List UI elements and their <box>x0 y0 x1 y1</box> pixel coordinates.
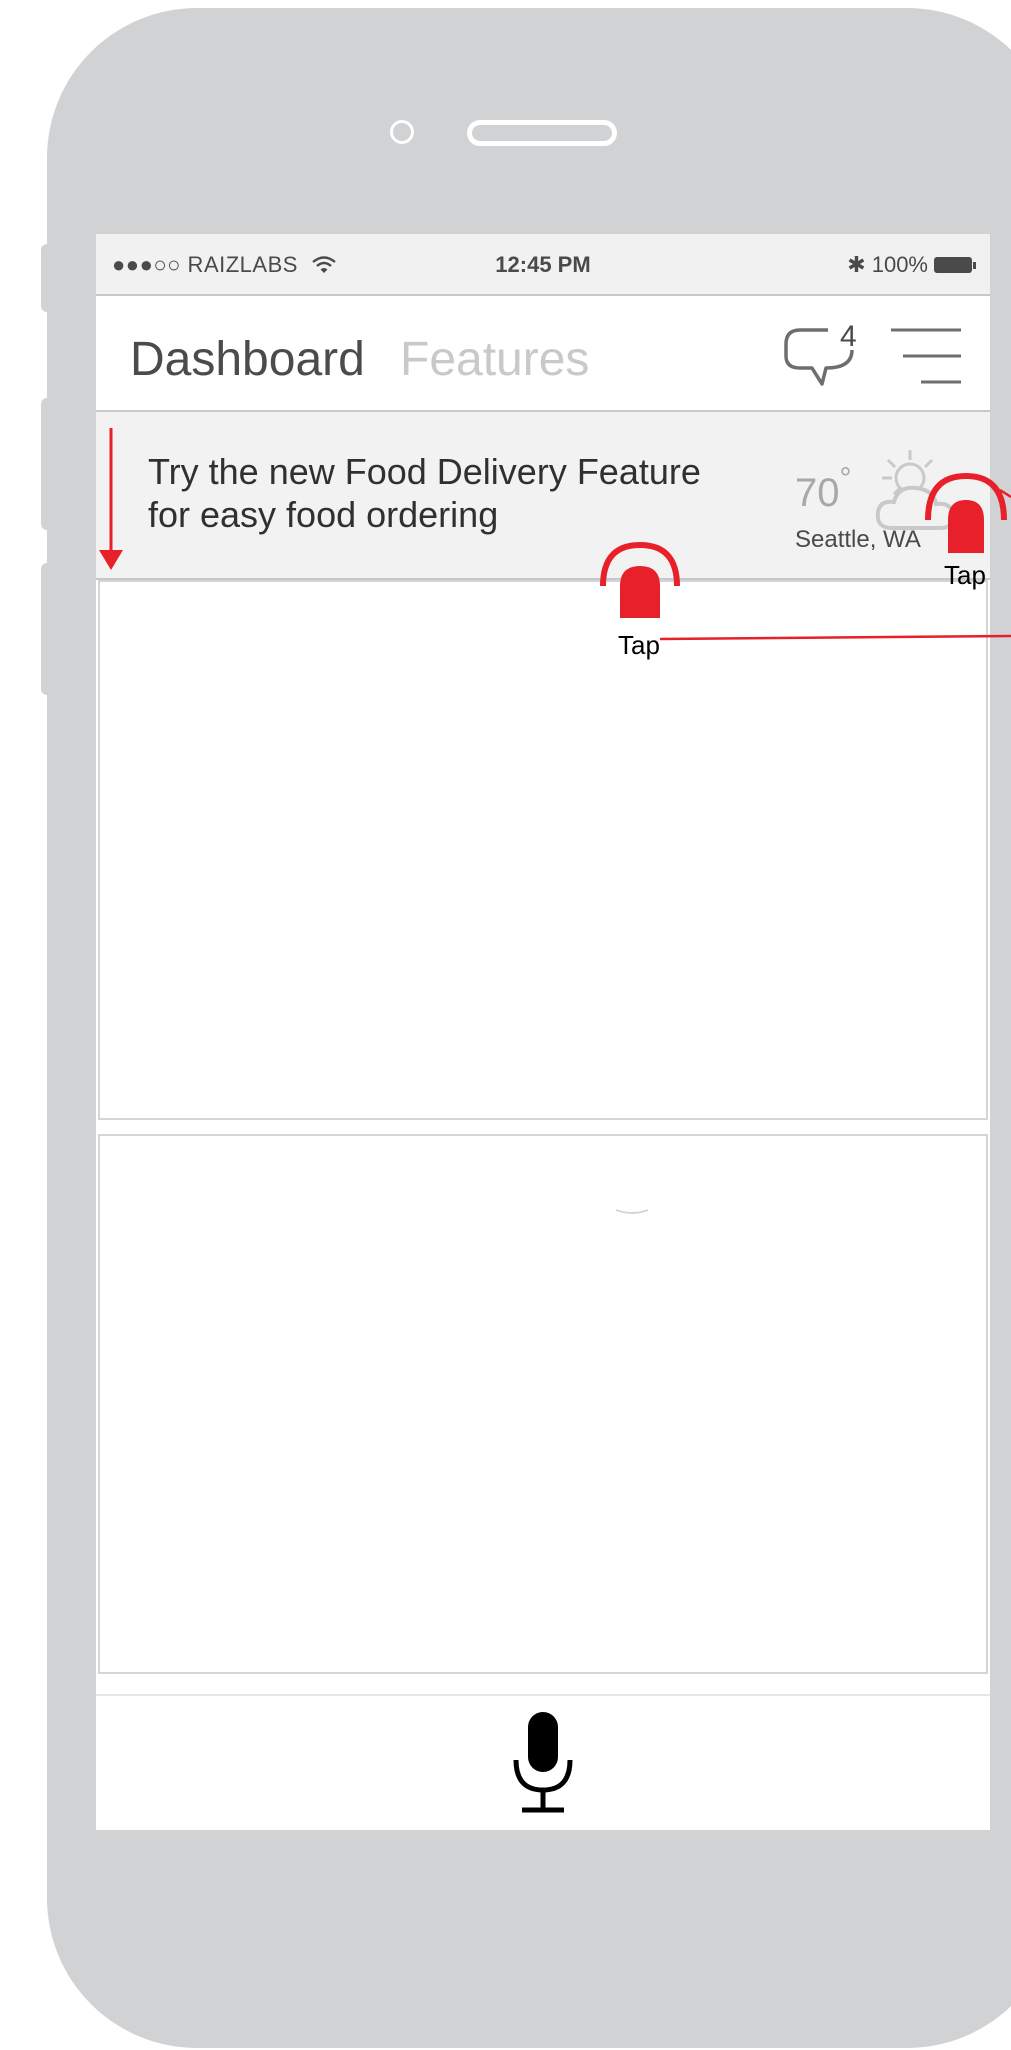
tab-features[interactable]: Features <box>400 332 589 387</box>
message-count-badge: 4 <box>840 320 857 353</box>
tab-dashboard[interactable]: Dashboard <box>130 332 365 387</box>
messages-button[interactable]: 4 <box>782 320 862 390</box>
mute-switch <box>41 244 49 312</box>
volume-up-button <box>41 398 49 530</box>
weather-temperature[interactable]: 70° <box>795 462 852 516</box>
volume-down-button <box>41 563 49 695</box>
voice-input-bar <box>96 1694 990 1830</box>
battery-status: ✱ 100% <box>847 252 976 278</box>
battery-tip <box>973 261 976 269</box>
promo-line-1: Try the new Food Delivery Feature <box>148 451 701 492</box>
speech-bubble-icon: 4 <box>784 320 857 386</box>
degree-symbol: ° <box>839 462 852 495</box>
promo-line-2: for easy food ordering <box>148 494 499 535</box>
content-panel-2[interactable] <box>98 1134 988 1674</box>
nav-bar: Dashboard Features 4 <box>96 296 990 412</box>
menu-button[interactable] <box>891 326 961 386</box>
bluetooth-icon: ✱ <box>847 252 866 277</box>
weather-city: Seattle, WA <box>795 526 921 553</box>
battery-icon <box>934 257 972 273</box>
temperature-value: 70 <box>795 471 840 515</box>
front-camera <box>390 120 414 144</box>
status-bar: ●●●○○ RAIZLABS 12:45 PM ✱ 100% <box>96 234 990 296</box>
spinner-arc <box>615 1209 649 1214</box>
earpiece-speaker <box>467 120 617 146</box>
hamburger-menu-icon <box>891 328 961 384</box>
promo-banner[interactable]: Try the new Food Delivery Feature for ea… <box>96 412 990 580</box>
battery-percent: 100% <box>871 252 928 277</box>
promo-text: Try the new Food Delivery Feature for ea… <box>148 450 788 536</box>
content-panel-1[interactable] <box>98 580 988 1120</box>
screen: ●●●○○ RAIZLABS 12:45 PM ✱ 100% Dashboard… <box>96 234 990 1830</box>
microphone-icon[interactable] <box>508 1710 578 1816</box>
